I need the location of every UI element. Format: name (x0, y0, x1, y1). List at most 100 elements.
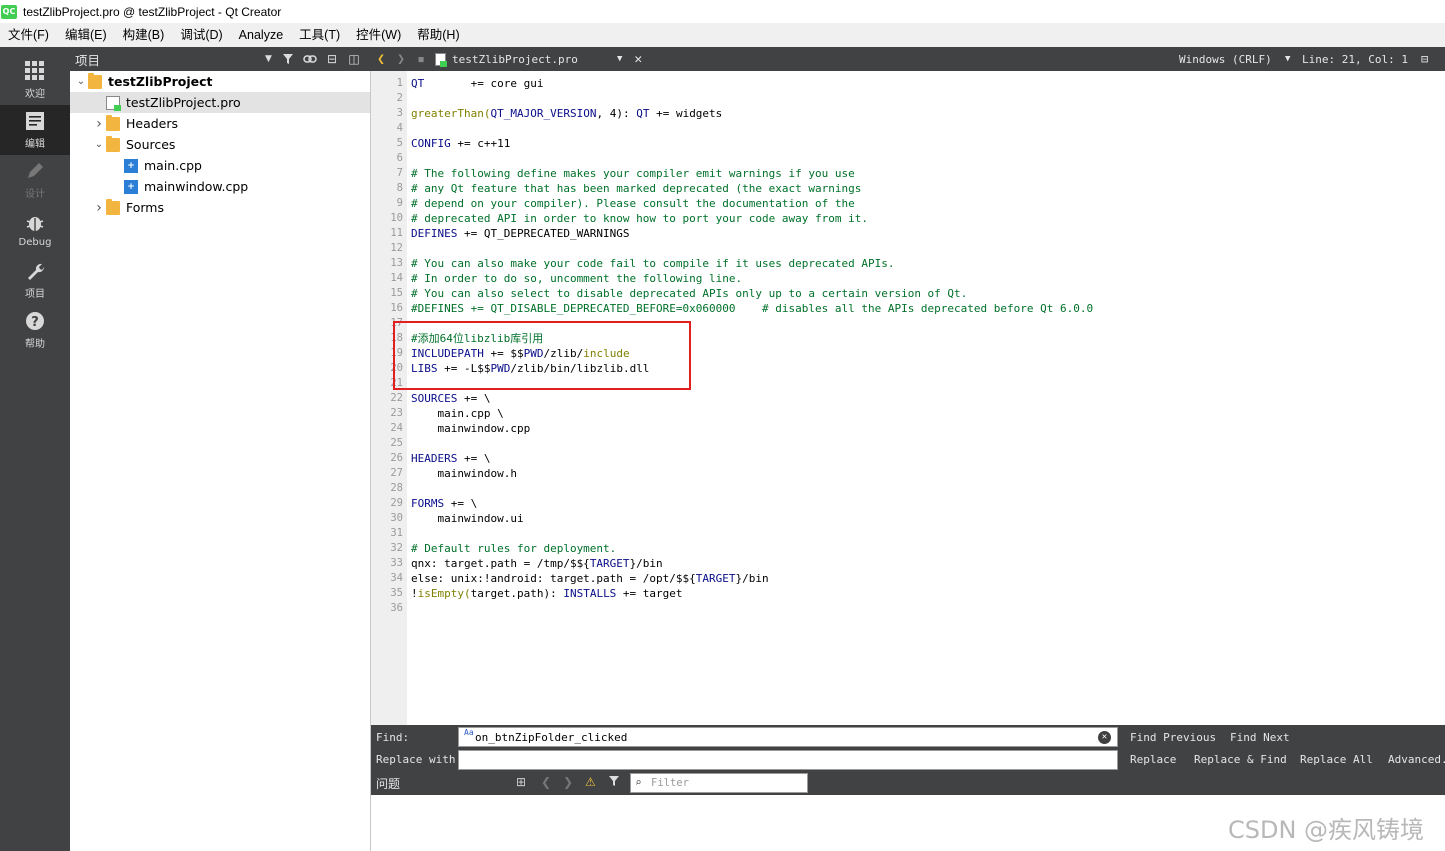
code-text: mainwindow.h (411, 466, 516, 481)
code-line[interactable]: 5 CONFIG += c++11 (371, 136, 1445, 151)
code-line[interactable]: 32 # Default rules for deployment. (371, 541, 1445, 556)
code-line[interactable]: 23 main.cpp \ (371, 406, 1445, 421)
forward-arrow-icon[interactable]: ❯ (391, 52, 411, 67)
code-line[interactable]: 1 QT += core gui (371, 76, 1445, 91)
close-panel-icon[interactable]: ◫ (343, 48, 365, 70)
code-line[interactable]: 30 mainwindow.ui (371, 511, 1445, 526)
link-icon[interactable] (299, 48, 321, 70)
code-token: += target (616, 587, 683, 600)
tree-item[interactable]: ⌄ Sources (70, 134, 370, 155)
code-line[interactable]: 16 #DEFINES += QT_DISABLE_DEPRECATED_BEFO… (371, 301, 1445, 316)
tree-item[interactable]: › Headers (70, 113, 370, 134)
mode-1[interactable]: 欢迎 (0, 55, 70, 105)
code-line[interactable]: 11 DEFINES += QT_DEPRECATED_WARNINGS (371, 226, 1445, 241)
code-line[interactable]: 7 # The following define makes your compi… (371, 166, 1445, 181)
filter-placeholder: Filter (651, 777, 689, 789)
code-line[interactable]: 3 greaterThan(QT_MAJOR_VERSION, 4): QT +=… (371, 106, 1445, 121)
tree-item[interactable]: ⌄ testZlibProject (70, 71, 370, 92)
code-text: # deprecated API in order to know how to… (411, 211, 868, 226)
find-input[interactable]: Aa on_btnZipFolder_clicked ✕ (458, 727, 1118, 747)
replace-input[interactable] (458, 750, 1118, 770)
menu-item[interactable]: Analyze (231, 23, 291, 47)
code-line[interactable]: 2 (371, 91, 1445, 106)
document-dropdown-icon[interactable]: ▼ (617, 54, 622, 64)
code-line[interactable]: 31 (371, 526, 1445, 541)
mode-6[interactable]: ? 帮助 (0, 305, 70, 355)
replace-and-find-button[interactable]: Replace & Find (1194, 753, 1287, 766)
code-line[interactable]: 25 (371, 436, 1445, 451)
mode-4[interactable]: Debug (0, 205, 70, 255)
find-next-button[interactable]: Find Next (1230, 731, 1290, 744)
issues-filter-input[interactable]: ⌕ Filter (630, 773, 808, 793)
menu-item[interactable]: 构建(B) (115, 23, 173, 47)
tree-item[interactable]: + mainwindow.cpp (70, 176, 370, 197)
line-ending-selector[interactable]: Windows (CRLF) (1179, 53, 1272, 66)
mode-label: 设计 (25, 189, 45, 200)
code-line[interactable]: 26 HEADERS += \ (371, 451, 1445, 466)
chevron-right-icon[interactable]: › (92, 200, 106, 216)
chevron-down-icon[interactable]: ⌄ (92, 139, 106, 150)
find-previous-button[interactable]: Find Previous (1130, 731, 1216, 744)
code-line[interactable]: 27 mainwindow.h (371, 466, 1445, 481)
code-editor[interactable]: 1 QT += core gui 2 3 greaterThan(QT_MAJOR_VE… (371, 71, 1445, 725)
menu-item[interactable]: 工具(T) (291, 23, 348, 47)
code-line[interactable]: 6 (371, 151, 1445, 166)
close-document-icon[interactable]: ✕ (634, 52, 642, 67)
code-line[interactable]: 34 else: unix:!android: target.path = /op… (371, 571, 1445, 586)
code-line[interactable]: 36 (371, 601, 1445, 616)
find-options-icon[interactable]: Aa (464, 729, 474, 737)
build-issues-icon[interactable]: ⊞ (516, 775, 526, 789)
filter-icon[interactable] (608, 775, 620, 790)
code-line[interactable]: 24 mainwindow.cpp (371, 421, 1445, 436)
project-view-selector[interactable]: 项目 (75, 50, 265, 69)
menu-item[interactable]: 控件(W) (348, 23, 409, 47)
code-line[interactable]: 8 # any Qt feature that has been marked d… (371, 181, 1445, 196)
open-document-name[interactable]: testZlibProject.pro (452, 53, 617, 66)
clear-icon[interactable]: ✕ (1098, 731, 1111, 744)
cursor-position[interactable]: Line: 21, Col: 1 (1302, 53, 1408, 66)
issues-title[interactable]: 问题 (376, 775, 400, 792)
chevron-down-icon[interactable]: ▼ (265, 54, 277, 64)
code-line[interactable]: 12 (371, 241, 1445, 256)
advanced-button[interactable]: Advanced... (1388, 753, 1445, 766)
code-line[interactable]: 10 # deprecated API in order to know how … (371, 211, 1445, 226)
menu-item[interactable]: 帮助(H) (409, 23, 467, 47)
code-line[interactable]: 28 (371, 481, 1445, 496)
replace-button[interactable]: Replace (1130, 753, 1176, 766)
back-arrow-icon[interactable]: ❮ (371, 52, 391, 67)
line-number: 26 (390, 452, 403, 464)
mode-5[interactable]: 项目 (0, 255, 70, 305)
code-line[interactable]: 13 # You can also make your code fail to … (371, 256, 1445, 271)
code-token: mainwindow.cpp (411, 422, 531, 435)
tree-item-label: Headers (126, 116, 179, 131)
split-icon[interactable]: ⊟ (321, 48, 343, 70)
tree-item[interactable]: testZlibProject.pro (70, 92, 370, 113)
menu-item[interactable]: 调试(D) (172, 23, 230, 47)
tree-item[interactable]: › Forms (70, 197, 370, 218)
code-text: !isEmpty(target.path): INSTALLS += targe… (411, 586, 683, 601)
code-line[interactable]: 4 (371, 121, 1445, 136)
tree-item[interactable]: + main.cpp (70, 155, 370, 176)
code-line[interactable]: 9 # depend on your compiler). Please cons… (371, 196, 1445, 211)
split-editor-icon[interactable]: ⊟ (1421, 52, 1428, 66)
code-line[interactable]: 29 FORMS += \ (371, 496, 1445, 511)
code-line[interactable]: 15 # You can also select to disable depre… (371, 286, 1445, 301)
replace-all-button[interactable]: Replace All (1300, 753, 1373, 766)
chevron-right-icon[interactable]: › (92, 116, 106, 132)
code-line[interactable]: 22 SOURCES += \ (371, 391, 1445, 406)
folder-icon (106, 135, 120, 152)
filter-icon[interactable] (277, 48, 299, 70)
title-bar: QC testZlibProject.pro @ testZlibProject… (0, 0, 1445, 23)
code-line[interactable]: 35 !isEmpty(target.path): INSTALLS += tar… (371, 586, 1445, 601)
code-line[interactable]: 14 # In order to do so, uncomment the fol… (371, 271, 1445, 286)
chevron-down-icon[interactable]: ▼ (1285, 54, 1290, 64)
mode-2[interactable]: 编辑 (0, 105, 70, 155)
next-item-icon[interactable]: ❯ (563, 775, 573, 789)
chevron-down-icon[interactable]: ⌄ (74, 76, 88, 87)
previous-item-icon[interactable]: ❮ (541, 775, 551, 789)
code-token: # depend on your compiler). Please consu… (411, 197, 855, 210)
menu-item[interactable]: 文件(F) (0, 23, 57, 47)
menu-item[interactable]: 编辑(E) (57, 23, 115, 47)
code-line[interactable]: 33 qnx: target.path = /tmp/$${TARGET}/bin (371, 556, 1445, 571)
warning-icon[interactable]: ⚠ (585, 775, 596, 789)
